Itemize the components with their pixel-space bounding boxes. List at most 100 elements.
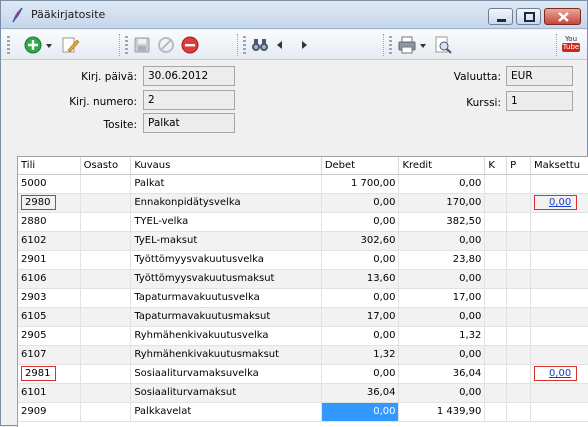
- table-row[interactable]: 2909 Palkkavelat 0,00 1 439,90: [18, 402, 588, 422]
- osasto-cell[interactable]: [80, 364, 132, 384]
- p-cell[interactable]: [506, 288, 531, 308]
- tili-cell[interactable]: 2981: [18, 364, 81, 384]
- p-cell[interactable]: [506, 383, 531, 403]
- kuvaus-cell[interactable]: Ennakonpidätysvelka: [130, 193, 322, 213]
- osasto-cell[interactable]: [80, 326, 132, 346]
- tili-cell[interactable]: 5000: [18, 174, 81, 194]
- maksettu-cell[interactable]: [530, 231, 588, 251]
- kredit-cell[interactable]: 0,00: [398, 231, 486, 251]
- tili-cell[interactable]: 2901: [18, 250, 81, 270]
- column-header-p[interactable]: P: [506, 157, 531, 175]
- k-cell[interactable]: [484, 345, 508, 365]
- kredit-cell[interactable]: 0,00: [398, 174, 486, 194]
- maksettu-cell[interactable]: [530, 383, 588, 403]
- k-cell[interactable]: [484, 269, 508, 289]
- p-cell[interactable]: [506, 174, 531, 194]
- table-row[interactable]: 5000 Palkat 1 700,00 0,00: [18, 174, 588, 194]
- debet-cell[interactable]: 0,00: [321, 288, 400, 308]
- maksettu-cell[interactable]: [530, 250, 588, 270]
- debet-cell[interactable]: 13,60: [321, 269, 400, 289]
- tili-cell[interactable]: 6106: [18, 269, 81, 289]
- previous-arrow-icon[interactable]: [274, 35, 286, 55]
- column-header-tili[interactable]: Tili: [18, 157, 81, 175]
- tili-cell[interactable]: 2880: [18, 212, 81, 232]
- kuvaus-cell[interactable]: Sosiaaliturvamaksuvelka: [130, 364, 322, 384]
- p-cell[interactable]: [506, 231, 531, 251]
- kredit-cell[interactable]: 0,00: [398, 345, 486, 365]
- osasto-cell[interactable]: [80, 345, 132, 365]
- tili-cell[interactable]: 2903: [18, 288, 81, 308]
- osasto-cell[interactable]: [80, 383, 132, 403]
- k-cell[interactable]: [484, 383, 508, 403]
- table-row[interactable]: 6101 Sosiaaliturvamaksut 36,04 0,00: [18, 383, 588, 403]
- debet-cell[interactable]: 1,32: [321, 345, 400, 365]
- table-row[interactable]: 2980 Ennakonpidätysvelka 0,00 170,00 0,00: [18, 193, 588, 213]
- close-button[interactable]: [544, 8, 581, 25]
- debet-cell[interactable]: 0,00: [321, 364, 400, 384]
- tili-cell[interactable]: 2905: [18, 326, 81, 346]
- kuvaus-cell[interactable]: Tapaturmavakuutusmaksut: [130, 307, 322, 327]
- kuvaus-cell[interactable]: Työttömyysvakuutusvelka: [130, 250, 322, 270]
- chevron-down-icon[interactable]: [44, 35, 54, 55]
- toolbar-grip[interactable]: [389, 36, 392, 54]
- kredit-cell[interactable]: 0,00: [398, 269, 486, 289]
- print-preview-icon[interactable]: [433, 35, 453, 55]
- osasto-cell[interactable]: [80, 307, 132, 327]
- k-cell[interactable]: [484, 307, 508, 327]
- osasto-cell[interactable]: [80, 250, 132, 270]
- add-icon[interactable]: [23, 35, 43, 55]
- debet-cell[interactable]: 36,04: [321, 383, 400, 403]
- column-header-k[interactable]: K: [484, 157, 508, 175]
- osasto-cell[interactable]: [80, 231, 132, 251]
- p-cell[interactable]: [506, 193, 531, 213]
- osasto-cell[interactable]: [80, 402, 132, 422]
- p-cell[interactable]: [506, 307, 531, 327]
- maksettu-cell[interactable]: [530, 269, 588, 289]
- column-header-kuvaus[interactable]: Kuvaus: [130, 157, 322, 175]
- table-row[interactable]: 2903 Tapaturmavakuutusvelka 0,00 17,00: [18, 288, 588, 308]
- maksettu-cell[interactable]: [530, 402, 588, 422]
- printer-icon[interactable]: [397, 35, 417, 55]
- maksettu-link[interactable]: 0,00: [533, 195, 578, 210]
- osasto-cell[interactable]: [80, 269, 132, 289]
- kredit-cell[interactable]: 1 439,90: [398, 402, 486, 422]
- column-header-osasto[interactable]: Osasto: [80, 157, 132, 175]
- kirj-paiva-field[interactable]: 30.06.2012: [143, 66, 235, 86]
- p-cell[interactable]: [506, 364, 531, 384]
- osasto-cell[interactable]: [80, 212, 132, 232]
- toolbar-grip[interactable]: [7, 36, 10, 54]
- column-header-kredit[interactable]: Kredit: [398, 157, 486, 175]
- kirj-numero-field[interactable]: 2: [143, 90, 235, 110]
- youtube-icon[interactable]: You Tube: [562, 35, 580, 55]
- toolbar-grip[interactable]: [243, 36, 246, 54]
- chevron-down-icon[interactable]: [418, 35, 428, 55]
- table-row[interactable]: 6102 TyEL-maksut 302,60 0,00: [18, 231, 588, 251]
- tili-cell[interactable]: 6101: [18, 383, 81, 403]
- table-row[interactable]: 6107 Ryhmähenkivakuutusmaksut 1,32 0,00: [18, 345, 588, 365]
- table-row[interactable]: 6106 Työttömyysvakuutusmaksut 13,60 0,00: [18, 269, 588, 289]
- debet-cell[interactable]: 0,00: [321, 212, 400, 232]
- k-cell[interactable]: [484, 364, 508, 384]
- title-bar[interactable]: Pääkirjatosite: [1, 1, 587, 29]
- kredit-cell[interactable]: 170,00: [398, 193, 486, 213]
- maksettu-cell[interactable]: [530, 212, 588, 232]
- kredit-cell[interactable]: 0,00: [398, 383, 486, 403]
- cancel-icon[interactable]: [157, 35, 175, 55]
- k-cell[interactable]: [484, 326, 508, 346]
- tili-cell[interactable]: 6107: [18, 345, 81, 365]
- table-row[interactable]: 2901 Työttömyysvakuutusvelka 0,00 23,80: [18, 250, 588, 270]
- kuvaus-cell[interactable]: Sosiaaliturvamaksut: [130, 383, 322, 403]
- tosite-field[interactable]: Palkat: [143, 113, 235, 133]
- tili-cell[interactable]: 6105: [18, 307, 81, 327]
- edit-icon[interactable]: [60, 35, 80, 55]
- debet-cell[interactable]: 0,00: [321, 402, 400, 422]
- kredit-cell[interactable]: 23,80: [398, 250, 486, 270]
- maksettu-link[interactable]: 0,00: [533, 366, 578, 381]
- debet-cell[interactable]: 0,00: [321, 326, 400, 346]
- kuvaus-cell[interactable]: Palkat: [130, 174, 322, 194]
- column-header-debet[interactable]: Debet: [321, 157, 400, 175]
- entries-grid[interactable]: Tili Osasto Kuvaus Debet Kredit K P Maks…: [17, 156, 588, 427]
- kredit-cell[interactable]: 0,00: [398, 307, 486, 327]
- kuvaus-cell[interactable]: TYEL-velka: [130, 212, 322, 232]
- debet-cell[interactable]: 1 700,00: [321, 174, 400, 194]
